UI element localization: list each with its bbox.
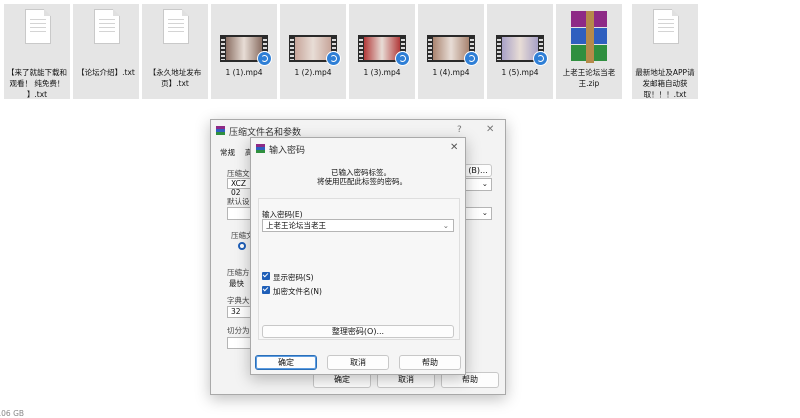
close-icon[interactable]: ✕ xyxy=(486,124,494,135)
file-name: 1 (4).mp4 xyxy=(432,68,470,77)
text-file-icon xyxy=(82,7,130,67)
video-thumbnail-icon xyxy=(496,7,548,67)
file-tile[interactable]: 上老王论坛当老王.zip xyxy=(556,4,622,99)
video-thumbnail-icon xyxy=(427,7,479,67)
file-tile[interactable]: 1 (3).mp4 xyxy=(349,4,415,99)
media-player-badge-icon xyxy=(464,51,479,66)
media-player-badge-icon xyxy=(533,51,548,66)
default-profile-label: 默认设 xyxy=(227,197,250,206)
split-volumes-label: 切分为 xyxy=(227,326,250,335)
media-player-badge-icon xyxy=(395,51,410,66)
password-dialog: 输入密码 ✕ 已输入密码标签。 将使用匹配此标签的密码。 输入密码(E) 上老王… xyxy=(250,137,466,375)
file-tile[interactable]: 【论坛介绍】.txt xyxy=(73,4,139,99)
file-name: 【论坛介绍】.txt xyxy=(77,68,135,77)
file-name: 1 (2).mp4 xyxy=(294,68,332,77)
file-tile[interactable]: 1 (1).mp4 xyxy=(211,4,277,99)
winrar-app-icon xyxy=(256,144,265,153)
dialog-titlebar: 输入密码 ✕ xyxy=(251,138,465,160)
help-icon[interactable]: ? xyxy=(457,125,462,135)
file-tile[interactable]: 1 (5).mp4 xyxy=(487,4,553,99)
text-file-icon xyxy=(641,7,689,67)
compression-method-value[interactable]: 最快 xyxy=(229,278,244,289)
password-value: 上老王论坛当老王 xyxy=(266,221,326,230)
organize-passwords-button[interactable]: 整理密码(O)... xyxy=(262,325,454,338)
encrypt-filenames-label: 加密文件名(N) xyxy=(273,287,322,296)
tab-general[interactable]: 常规 xyxy=(220,147,235,158)
text-file-icon xyxy=(13,7,61,67)
winrar-app-icon xyxy=(216,126,225,135)
file-tile[interactable]: 【永久地址发布页】.txt xyxy=(142,4,208,99)
info-line-2: 将使用匹配此标签的密码。 xyxy=(317,177,407,186)
file-tile[interactable]: 1 (2).mp4 xyxy=(280,4,346,99)
dictionary-size-label: 字典大 xyxy=(227,296,250,305)
media-player-badge-icon xyxy=(326,51,341,66)
show-password-checkbox[interactable] xyxy=(262,272,270,280)
dialog-title: 输入密码 xyxy=(269,146,306,156)
file-name: 1 (5).mp4 xyxy=(501,68,539,77)
cancel-button[interactable]: 取消 xyxy=(327,355,389,370)
file-name: 1 (1).mp4 xyxy=(225,68,263,77)
ok-button[interactable]: 确定 xyxy=(255,355,317,370)
chevron-down-icon[interactable]: ⌄ xyxy=(443,220,449,231)
password-input[interactable]: 上老王论坛当老王 ⌄ xyxy=(262,219,454,232)
file-tile[interactable]: 1 (4).mp4 xyxy=(418,4,484,99)
format-radio[interactable] xyxy=(238,242,246,250)
video-thumbnail-icon xyxy=(289,7,341,67)
file-tile[interactable]: 最新地址及APP请发邮箱自动获取！！！.txt xyxy=(632,4,698,99)
file-name: 最新地址及APP请发邮箱自动获取！！！.txt xyxy=(635,68,695,99)
update-mode-select[interactable]: ⌄ xyxy=(464,207,492,220)
text-file-icon xyxy=(151,7,199,67)
file-name: 1 (3).mp4 xyxy=(363,68,401,77)
file-name: 上老王论坛当老王.zip xyxy=(562,68,616,88)
show-password-label: 显示密码(S) xyxy=(273,273,314,282)
archive-format-select[interactable]: ⌄ xyxy=(464,178,492,191)
browse-button[interactable]: (B)... xyxy=(464,164,492,177)
encrypt-filenames-checkbox[interactable] xyxy=(262,286,270,294)
winrar-archive-icon xyxy=(565,7,613,67)
file-tile[interactable]: 【来了就能下载和观看！ 纯免费！ 】.txt xyxy=(4,4,70,99)
compression-method-label: 压缩方 xyxy=(227,268,250,277)
video-thumbnail-icon xyxy=(358,7,410,67)
video-thumbnail-icon xyxy=(220,7,272,67)
file-name: 【永久地址发布页】.txt xyxy=(148,68,202,88)
media-player-badge-icon xyxy=(257,51,272,66)
close-icon[interactable]: ✕ xyxy=(450,142,458,153)
help-button[interactable]: 帮助 xyxy=(399,355,461,370)
file-name: 【来了就能下载和观看！ 纯免费！ 】.txt xyxy=(7,68,67,99)
